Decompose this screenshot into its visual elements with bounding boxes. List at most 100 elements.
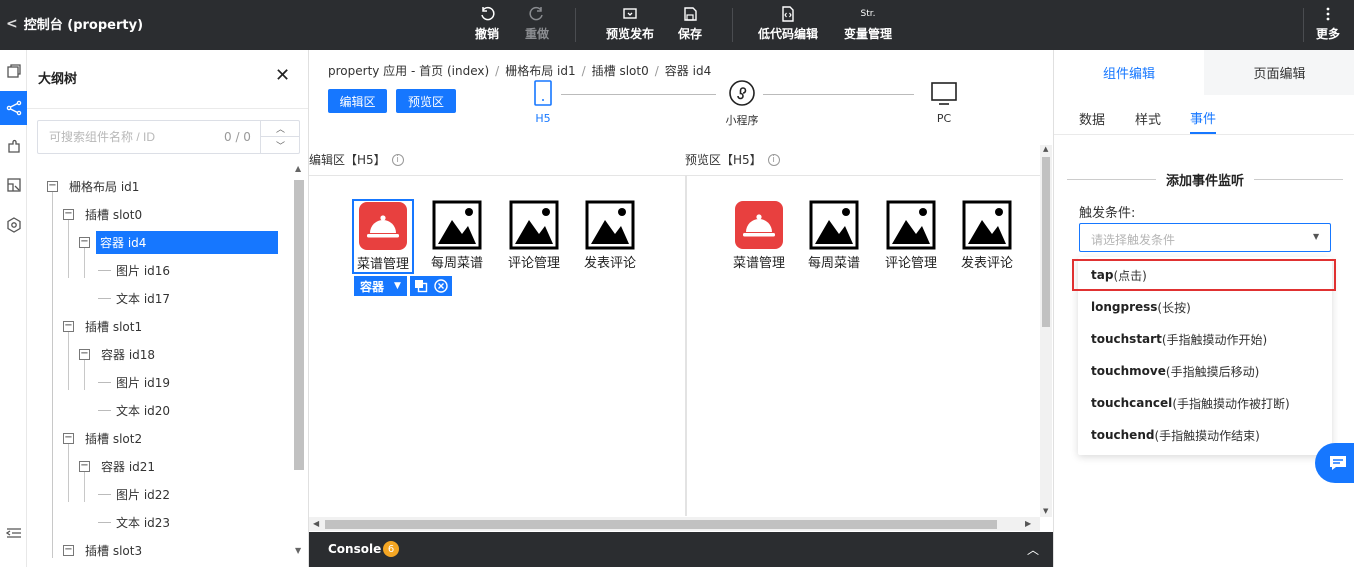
device-miniprogram[interactable]: 小程序 — [717, 80, 767, 128]
edit-area-button[interactable]: 编辑区 — [328, 89, 387, 113]
device-pc[interactable]: PC — [930, 80, 958, 125]
more-button[interactable]: 更多 — [1316, 4, 1340, 42]
rail-settings[interactable] — [0, 208, 27, 242]
collapse-toggle-icon[interactable]: − — [63, 208, 74, 220]
console-bar[interactable]: Console 6 ︿ — [309, 532, 1053, 567]
option-touchcancel[interactable]: touchcancel (手指触摸动作被打断) — [1078, 387, 1332, 419]
select-placeholder: 请选择触发条件 — [1091, 233, 1176, 247]
subtab-events[interactable]: 事件 — [1190, 102, 1217, 134]
more-label: 更多 — [1316, 27, 1341, 41]
tree-node[interactable]: 图片 id22 — [98, 483, 170, 505]
canvas-horizontal-scrollbar[interactable]: ◀ ▶ — [309, 517, 1040, 531]
save-label: 保存 — [678, 27, 703, 41]
scroll-down-icon[interactable]: ▼ — [1043, 507, 1048, 515]
component-type-dropdown[interactable]: 容器 ▼ — [354, 276, 407, 296]
outline-tree: − 栅格布局 id1 − 插槽 slot0 − 容器 id4 图片 id16 文本 i… — [27, 172, 291, 567]
preview-item-comment-manage[interactable]: 评论管理 — [882, 200, 940, 271]
collapse-toggle-icon[interactable]: − — [63, 432, 74, 444]
chat-button[interactable] — [1315, 443, 1354, 483]
scroll-right-icon[interactable]: ▶ — [1025, 519, 1031, 528]
rail-components[interactable] — [0, 130, 27, 164]
more-vertical-icon — [1320, 4, 1336, 24]
option-touchend[interactable]: touchend (手指触摸动作结束) — [1078, 419, 1332, 451]
breadcrumb-item[interactable]: 栅格布局 id1 — [505, 64, 575, 78]
tree-node[interactable]: − 容器 id21 — [79, 455, 155, 477]
toolbar-divider — [732, 8, 733, 42]
preview-item-weekly-recipe[interactable]: 每周菜谱 — [805, 200, 863, 271]
subtab-data[interactable]: 数据 — [1079, 102, 1105, 134]
grid-item-recipe-manage[interactable]: 菜谱管理 — [352, 199, 414, 274]
tree-node[interactable]: 图片 id19 — [98, 371, 170, 393]
search-input[interactable] — [38, 121, 218, 153]
option-touchmove[interactable]: touchmove (手指触摸后移动) — [1078, 355, 1332, 387]
scroll-down-icon[interactable]: ▼ — [295, 546, 301, 555]
breadcrumb-item[interactable]: 插槽 slot0 — [592, 64, 649, 78]
scroll-thumb[interactable] — [294, 180, 304, 470]
grid-item-post-comment[interactable]: 发表评论 — [581, 200, 639, 271]
tree-node[interactable]: − 插槽 slot0 — [63, 203, 142, 225]
tree-node[interactable]: − 栅格布局 id1 — [47, 175, 139, 197]
tree-node[interactable]: − 容器 id18 — [79, 343, 155, 365]
info-icon[interactable]: i — [391, 153, 404, 166]
tab-component-edit[interactable]: 组件编辑 — [1054, 50, 1204, 95]
canvas-vertical-scrollbar[interactable]: ▲ ▼ — [1040, 145, 1052, 517]
canvas-area: property 应用 - 首页 (index) / 栅格布局 id1/插槽 slo… — [309, 50, 1053, 567]
console-count-badge: 6 — [383, 541, 399, 557]
device-h5[interactable]: H5 — [531, 80, 555, 125]
lowcode-edit-button[interactable]: 低代码编辑 — [758, 4, 818, 42]
toolbar-divider — [575, 8, 576, 42]
outline-scrollbar[interactable]: ▲ ▼ — [292, 160, 306, 567]
rail-outline-tree[interactable] — [0, 91, 27, 125]
scroll-thumb[interactable] — [1042, 157, 1050, 327]
rail-pages[interactable] — [0, 54, 27, 88]
collapse-toggle-icon[interactable]: − — [79, 236, 90, 248]
collapse-toggle-icon[interactable]: − — [47, 180, 58, 192]
undo-button[interactable]: 撤销 — [475, 4, 499, 42]
preview-publish-button[interactable]: 预览发布 — [606, 4, 654, 42]
info-icon[interactable]: i — [767, 153, 780, 166]
tree-node[interactable]: 文本 id20 — [98, 399, 170, 421]
back-button[interactable]: < 控制台 (property) — [6, 14, 143, 34]
trigger-select[interactable]: 请选择触发条件 ▼ — [1079, 223, 1331, 252]
delete-circle-icon[interactable] — [434, 279, 448, 293]
breadcrumb-item[interactable]: 容器 id4 — [665, 64, 711, 78]
chevron-up-icon[interactable]: ︿ — [1027, 541, 1039, 558]
copy-icon[interactable] — [414, 279, 428, 293]
tree-node[interactable]: − 插槽 slot1 — [63, 315, 142, 337]
redo-button[interactable]: 重做 — [525, 4, 549, 42]
collapse-toggle-icon[interactable]: − — [79, 348, 90, 360]
tree-node[interactable]: − 插槽 slot3 — [63, 539, 142, 561]
close-icon[interactable]: ✕ — [275, 65, 290, 86]
preview-item-post-comment[interactable]: 发表评论 — [958, 200, 1016, 271]
tab-page-edit[interactable]: 页面编辑 — [1204, 50, 1354, 95]
subtab-style[interactable]: 样式 — [1135, 102, 1161, 134]
option-tap[interactable]: tap (点击) — [1072, 259, 1336, 291]
preview-item-recipe-manage[interactable]: 菜谱管理 — [730, 200, 788, 271]
scroll-up-icon[interactable]: ▲ — [1043, 145, 1048, 153]
chevron-down-icon[interactable]: ﹀ — [261, 137, 300, 153]
tree-node[interactable]: − 插槽 slot2 — [63, 427, 142, 449]
preview-area-button[interactable]: 预览区 — [396, 89, 456, 113]
scroll-left-icon[interactable]: ◀ — [313, 519, 319, 528]
collapse-toggle-icon[interactable]: − — [63, 320, 74, 332]
option-longpress[interactable]: longpress (长按) — [1078, 291, 1332, 323]
breadcrumb-item[interactable]: property 应用 - 首页 (index) — [328, 64, 489, 78]
grid-item-weekly-recipe[interactable]: 每周菜谱 — [428, 200, 486, 271]
tree-node[interactable]: 图片 id16 — [98, 259, 170, 281]
option-touchstart[interactable]: touchstart (手指触摸动作开始) — [1078, 323, 1332, 355]
rail-collapse[interactable] — [0, 516, 27, 550]
scroll-thumb[interactable] — [325, 520, 997, 529]
collapse-toggle-icon[interactable]: − — [63, 544, 74, 556]
grid-item-comment-manage[interactable]: 评论管理 — [505, 200, 563, 271]
rail-datasource[interactable] — [0, 168, 27, 202]
tree-node-selected[interactable]: − 容器 id4 — [79, 230, 278, 254]
collapse-toggle-icon[interactable]: − — [79, 460, 90, 472]
tree-node[interactable]: 文本 id17 — [98, 287, 170, 309]
tree-node[interactable]: 文本 id23 — [98, 511, 170, 533]
mobile-icon — [534, 80, 552, 106]
chevron-up-icon[interactable]: ︿ — [261, 121, 300, 137]
variable-manage-button[interactable]: Str. 变量管理 — [844, 4, 892, 42]
scroll-up-icon[interactable]: ▲ — [295, 164, 301, 173]
chat-icon — [1330, 456, 1346, 470]
save-button[interactable]: 保存 — [678, 4, 702, 42]
